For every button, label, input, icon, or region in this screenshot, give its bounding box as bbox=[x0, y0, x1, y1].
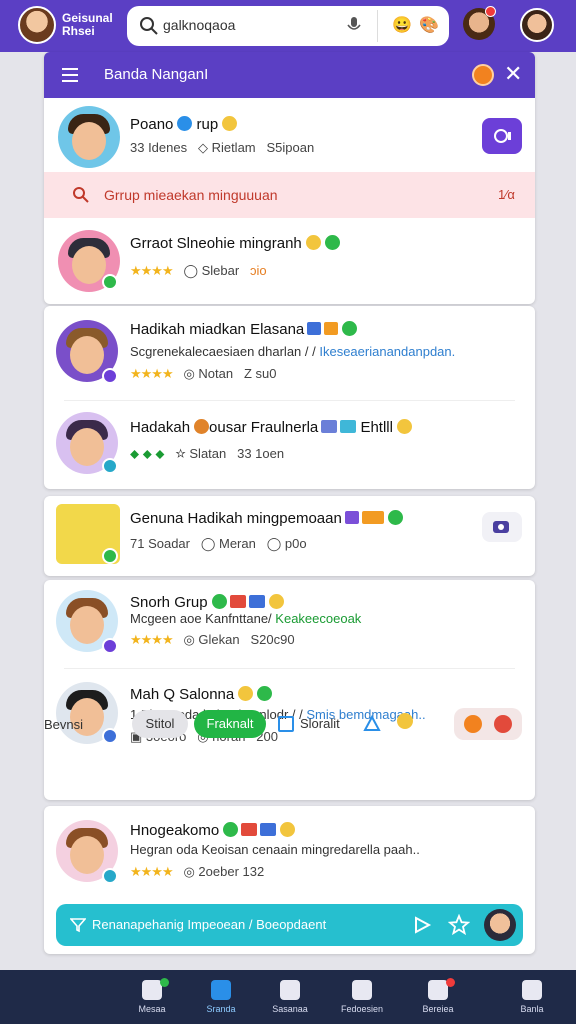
chat-meta: ★★★★ ◎ Notan Z su0 bbox=[130, 366, 277, 381]
chat-name[interactable]: Hadakah ousar Fraulnerla Ehtlll bbox=[130, 419, 412, 436]
call-icon[interactable] bbox=[464, 715, 482, 733]
rating-stars: ★★★★ bbox=[130, 263, 174, 278]
nav-stories[interactable]: Sasanaa bbox=[260, 980, 320, 1020]
sticker-icon[interactable] bbox=[278, 716, 294, 732]
nav-badge bbox=[160, 978, 169, 987]
panel-title: Banda NanganI bbox=[104, 66, 209, 83]
chat-meta: ★★★★ ◎ Glekan S20c90 bbox=[130, 632, 295, 647]
pinned-banner[interactable]: Grrup mieaekan minguuuan 1⁄α bbox=[44, 172, 535, 218]
group-card: Banda NanganI ✕ Poano rup 33 Idenes ◇ Ri… bbox=[44, 52, 535, 304]
search-icon bbox=[140, 17, 158, 35]
active-pill[interactable]: Fraknalt bbox=[194, 710, 266, 738]
filter-icon bbox=[70, 918, 86, 933]
nav-badge bbox=[446, 978, 455, 987]
chat-meta: 71 Soadar ◯ Meran ◯ p0o bbox=[130, 536, 307, 551]
panel-header: Banda NanganI ✕ bbox=[44, 52, 535, 98]
star-icon[interactable] bbox=[448, 914, 470, 936]
role-badge bbox=[102, 868, 118, 884]
group-meta: 33 Idenes ◇ Rietlam S5ipoan bbox=[130, 140, 315, 155]
chat-preview: Hegran oda Keoisan cenaain mingredarella… bbox=[130, 842, 420, 857]
quick-actions-label: Bevnsi bbox=[44, 717, 84, 732]
chat-name[interactable]: Hnogeakomo bbox=[130, 822, 296, 839]
role-badge bbox=[102, 638, 118, 654]
video-call-button[interactable] bbox=[482, 118, 522, 154]
chat-meta: ★★★★ ◯ Slebar ɔio bbox=[130, 263, 267, 278]
chat-name[interactable]: Grraot Slneohie mingranh bbox=[130, 235, 340, 252]
chat-meta: ⬥ ⬥ ⬥ ☆ Slatan 33 1oen bbox=[130, 446, 285, 461]
role-badge bbox=[102, 368, 118, 384]
camera-button[interactable] bbox=[482, 512, 522, 542]
camera-icon bbox=[494, 129, 511, 143]
chat-name[interactable]: Genuna Hadikah mingpemoaan bbox=[130, 510, 403, 527]
close-icon[interactable]: ✕ bbox=[504, 62, 522, 86]
notification-badge bbox=[485, 6, 496, 17]
rocket-icon bbox=[352, 980, 372, 1000]
invite-banner[interactable]: Renanapehanig Impeoean / Boeopdaent bbox=[56, 904, 523, 946]
search-input[interactable]: galknoqaoa bbox=[163, 17, 235, 33]
home-icon bbox=[142, 980, 162, 1000]
status-pill[interactable]: Stitol bbox=[132, 710, 188, 738]
chat-card: Genuna Hadikah mingpemoaan 71 Soadar ◯ M… bbox=[44, 496, 535, 576]
microphone-icon[interactable] bbox=[345, 16, 363, 34]
camera-icon bbox=[493, 521, 509, 533]
search-icon bbox=[73, 187, 89, 203]
chat-card: Hadikah miadkan Elasana Scgrenekalecaesi… bbox=[44, 306, 535, 489]
chat-meta: ★★★★ ◎ 2oeber 132 bbox=[130, 864, 265, 879]
sticker-label[interactable]: Sloralit bbox=[300, 716, 340, 731]
invite-text: Renanapehanig Impeoean / Boeopdaent bbox=[92, 917, 327, 932]
call-actions bbox=[454, 708, 522, 740]
group-avatar[interactable] bbox=[58, 106, 120, 168]
profile-icon bbox=[522, 980, 542, 1000]
role-badge bbox=[102, 458, 118, 474]
nav-home[interactable]: Mesaa bbox=[122, 978, 182, 1020]
profile-avatar[interactable] bbox=[520, 8, 554, 42]
nav-discover[interactable]: Fedoesien bbox=[332, 980, 392, 1020]
search-bar[interactable]: galknoqaoa 😀 🎨 bbox=[127, 6, 449, 46]
group-name[interactable]: Poano rup bbox=[130, 116, 238, 133]
square-icon bbox=[280, 980, 300, 1000]
user-avatar[interactable] bbox=[484, 909, 516, 941]
online-badge bbox=[102, 274, 118, 290]
pinned-count: 1⁄α bbox=[498, 187, 515, 202]
chat-name[interactable]: Mah Q Salonna bbox=[130, 686, 273, 703]
chat-icon bbox=[211, 980, 231, 1000]
nav-profile[interactable]: Banla bbox=[502, 980, 562, 1020]
nav-chats[interactable]: Sranda bbox=[191, 980, 251, 1020]
share-icon[interactable] bbox=[362, 714, 382, 734]
chat-name[interactable]: Snorh Grup bbox=[130, 594, 284, 611]
bell-icon bbox=[428, 980, 448, 1000]
verified-icon bbox=[177, 116, 193, 131]
online-badge bbox=[102, 548, 118, 564]
send-icon[interactable] bbox=[412, 915, 432, 935]
bottom-navigation: Mesaa Sranda Sasanaa Fedoesien Bereiea B… bbox=[0, 970, 576, 1024]
search-divider bbox=[377, 10, 378, 42]
chat-preview: Mcgeen aoe Kanfnttane/ Keakeecoeoak bbox=[130, 611, 362, 626]
chat-name[interactable]: Hadikah miadkan Elasana bbox=[130, 321, 358, 338]
status-icon[interactable] bbox=[472, 64, 494, 86]
app-logo-avatar[interactable] bbox=[18, 6, 56, 44]
emoji-icon[interactable] bbox=[397, 713, 413, 729]
chat-list-panel: Banda NanganI ✕ Poano rup 33 Idenes ◇ Ri… bbox=[44, 52, 535, 957]
menu-icon[interactable] bbox=[62, 68, 78, 82]
pinned-text: Grrup mieaekan minguuuan bbox=[104, 187, 278, 203]
smile-emoji-icon bbox=[222, 116, 238, 131]
sticker-icon[interactable]: 🎨 bbox=[419, 15, 439, 35]
chat-preview: Scgrenekalecaesiaen dharlan / / Ikeseaer… bbox=[130, 344, 456, 359]
quick-actions: Bevnsi Stitol Fraknalt Sloralit bbox=[44, 708, 522, 740]
top-app-bar: Geisunal Rhsei galknoqaoa 😀 🎨 bbox=[0, 0, 576, 52]
nav-notifications[interactable]: Bereiea bbox=[408, 978, 468, 1020]
app-name: Geisunal Rhsei bbox=[62, 11, 113, 38]
record-icon[interactable] bbox=[494, 715, 512, 733]
chat-card: Snorh Grup Mcgeen aoe Kanfnttane/ Keakee… bbox=[44, 580, 535, 800]
emoji-icon[interactable]: 😀 bbox=[392, 15, 412, 35]
